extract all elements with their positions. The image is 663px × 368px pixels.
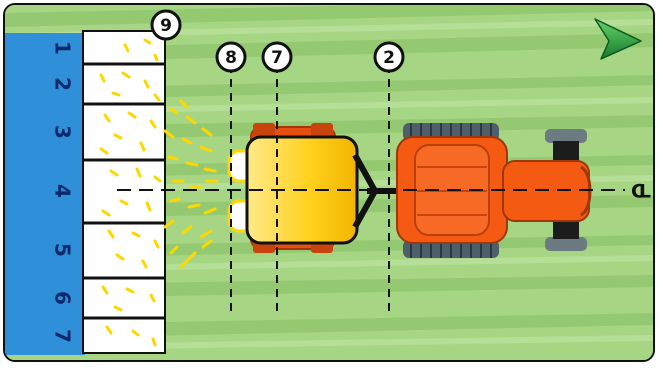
guidance-view: 1 2 3 4 5 6 7 9 8 7 2 CL xyxy=(3,3,655,362)
callout-7-label: 7 xyxy=(271,48,283,68)
row-label-3: 3 xyxy=(51,125,75,139)
row-label-6: 6 xyxy=(51,291,75,305)
callout-2-label: 2 xyxy=(383,48,395,68)
callout-2: 2 xyxy=(373,41,405,73)
callout-7: 7 xyxy=(261,41,293,73)
callout-9-label: 9 xyxy=(160,16,172,36)
row-labels: 1 2 3 4 5 6 7 xyxy=(51,41,75,343)
row-label-5: 5 xyxy=(51,243,75,257)
callout-8: 8 xyxy=(215,41,247,73)
boom-sections xyxy=(82,30,166,354)
row-label-1: 1 xyxy=(51,41,75,55)
row-label-2: 2 xyxy=(51,77,75,91)
callout-8-label: 8 xyxy=(225,48,237,68)
callout-9: 9 xyxy=(150,9,182,41)
row-label-4: 4 xyxy=(51,184,75,198)
row-label-7: 7 xyxy=(51,329,75,343)
